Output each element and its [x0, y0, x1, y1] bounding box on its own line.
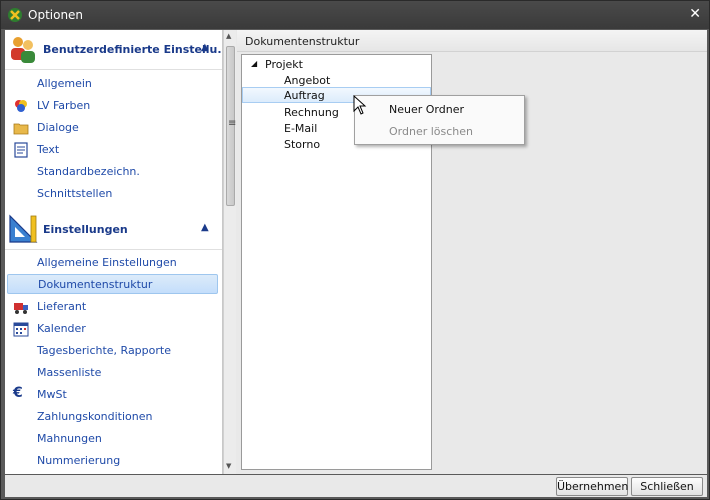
nav-item-massenliste[interactable]: Massenliste — [5, 363, 222, 383]
nav-item-nummerierung[interactable]: Nummerierung — [5, 451, 222, 471]
nav-item-label: Standardbezeichn. — [37, 165, 140, 178]
tree-node-label: Storno — [284, 138, 321, 151]
content-header-label: Dokumentenstruktur — [245, 35, 360, 48]
nav-group-label: Benutzerdefinierte Einstellu... — [43, 43, 223, 56]
chevron-up-icon[interactable]: ▲ — [201, 222, 209, 233]
title-bar: Optionen ✕ — [1, 1, 709, 29]
nav-item-label: MwSt — [37, 388, 67, 401]
nav-item-tagesberichte[interactable]: Tagesberichte, Rapporte — [5, 341, 222, 361]
text-document-icon — [14, 142, 28, 158]
nav-item-schnittstellen[interactable]: Schnittstellen — [5, 184, 222, 204]
nav-item-label: Zahlungskonditionen — [37, 410, 153, 423]
app-logo-icon — [8, 8, 22, 22]
nav-item-label: Nummerierung — [37, 454, 121, 467]
chevron-up-icon[interactable]: ▲ — [201, 42, 209, 53]
nav-item-dialoge[interactable]: Dialoge — [5, 118, 222, 138]
tree-node-label: Rechnung — [284, 106, 339, 119]
dialog-footer: Übernehmen Schließen — [5, 475, 707, 497]
menu-item-delete-folder: Ordner löschen — [355, 120, 524, 142]
nav-group-user-settings[interactable]: Benutzerdefinierte Einstellu... ▲ — [5, 30, 223, 70]
nav-item-kalender[interactable]: Kalender — [5, 319, 222, 339]
euro-icon: € — [13, 385, 23, 401]
truck-icon — [14, 303, 28, 314]
nav-item-label: Tagesberichte, Rapporte — [37, 344, 171, 357]
nav-item-allgemein[interactable]: Allgemein — [5, 74, 222, 94]
splitter-grip-icon[interactable]: ≡ — [228, 118, 236, 129]
nav-item-label: Allgemeine Einstellungen — [37, 256, 177, 269]
nav-item-allgemeine-einstellungen[interactable]: Allgemeine Einstellungen — [5, 253, 222, 273]
menu-item-new-folder[interactable]: Neuer Ordner — [355, 98, 524, 120]
tree-node-projekt[interactable]: ◢ Projekt — [242, 56, 431, 72]
nav-item-lieferant[interactable]: Lieferant — [5, 297, 222, 317]
tree-node-label: E-Mail — [284, 122, 318, 135]
nav-item-mwst[interactable]: € MwSt — [5, 385, 222, 405]
tree-node-label: Angebot — [284, 74, 331, 87]
expand-triangle-icon[interactable]: ◢ — [251, 59, 257, 68]
menu-item-label: Ordner löschen — [389, 125, 474, 138]
menu-item-label: Neuer Ordner — [389, 103, 464, 116]
nav-item-label: Dokumentenstruktur — [38, 278, 153, 291]
nav-item-dokumentenstruktur[interactable]: Dokumentenstruktur — [7, 274, 218, 294]
nav-item-label: Schnittstellen — [37, 187, 113, 200]
nav-group-label: Einstellungen — [43, 223, 128, 236]
close-window-button[interactable]: ✕ — [689, 6, 701, 22]
triangle-ruler-icon — [9, 214, 38, 243]
tree-node-label: Projekt — [265, 58, 303, 71]
tree-node-angebot[interactable]: Angebot — [242, 72, 431, 88]
nav-group-settings[interactable]: Einstellungen ▲ — [5, 210, 222, 250]
nav-item-label: Allgemein — [37, 77, 92, 90]
nav-scrollbar[interactable]: ▲ ▼ — [223, 30, 236, 474]
nav-panel: Benutzerdefinierte Einstellu... ▲ Allgem… — [5, 30, 223, 474]
context-menu: Neuer Ordner Ordner löschen — [354, 95, 525, 145]
options-window: Optionen ✕ Benutzerdefinierte Einstellu.… — [0, 0, 710, 500]
apply-button[interactable]: Übernehmen — [556, 477, 628, 496]
nav-item-standardbezeichn[interactable]: Standardbezeichn. — [5, 162, 222, 182]
nav-item-lv-farben[interactable]: LV Farben — [5, 96, 222, 116]
mouse-pointer-icon — [353, 95, 367, 115]
calendar-icon — [13, 322, 29, 337]
nav-item-label: Dialoge — [37, 121, 79, 134]
scroll-down-arrow-icon[interactable]: ▼ — [226, 462, 231, 470]
window-title: Optionen — [28, 8, 84, 22]
scroll-up-arrow-icon[interactable]: ▲ — [226, 32, 231, 40]
nav-item-text[interactable]: Text — [5, 140, 222, 160]
nav-item-label: Massenliste — [37, 366, 102, 379]
users-icon — [11, 37, 35, 63]
folder-icon — [13, 123, 29, 135]
close-button[interactable]: Schließen — [631, 477, 703, 496]
nav-item-zahlungskonditionen[interactable]: Zahlungskonditionen — [5, 407, 222, 427]
nav-item-label: LV Farben — [37, 99, 91, 112]
nav-item-label: Lieferant — [37, 300, 87, 313]
nav-item-label: Mahnungen — [37, 432, 102, 445]
nav-item-label: Kalender — [37, 322, 86, 335]
nav-item-label: Text — [37, 143, 60, 156]
nav-item-mahnungen[interactable]: Mahnungen — [5, 429, 222, 449]
color-palette-icon — [15, 100, 27, 112]
content-header: Dokumentenstruktur — [237, 30, 707, 52]
tree-node-label: Auftrag — [284, 89, 325, 102]
